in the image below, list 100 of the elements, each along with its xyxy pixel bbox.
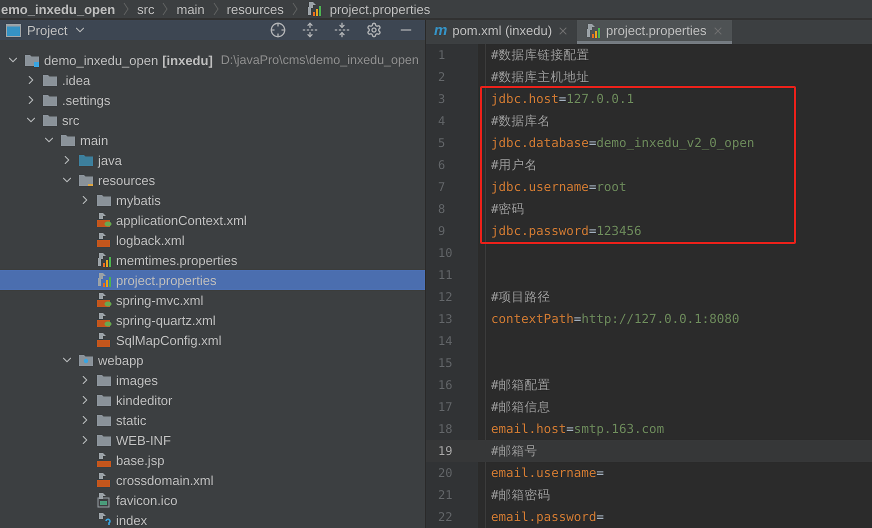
folder-icon bbox=[42, 73, 58, 87]
comment-text: #用户名 bbox=[491, 157, 538, 172]
equals-sign: = bbox=[596, 509, 604, 524]
tree-item-label: main bbox=[80, 132, 108, 148]
path-label: D:\javaPro\cms\demo_inxedu_open bbox=[220, 53, 419, 67]
tree-item-label: kindeditor bbox=[116, 392, 172, 408]
folder-icon bbox=[60, 133, 76, 147]
chevron-separator-icon bbox=[292, 2, 298, 16]
property-value: http://127.0.0.1:8080 bbox=[581, 311, 740, 326]
breadcrumb-item[interactable]: resources bbox=[226, 2, 284, 16]
comment-text: #邮箱密码 bbox=[491, 487, 551, 502]
property-key: jdbc.host bbox=[491, 91, 559, 106]
unknown-file-icon bbox=[96, 512, 112, 528]
equals-sign: = bbox=[558, 91, 566, 106]
tree-item[interactable]: src bbox=[0, 110, 425, 130]
xml-file-icon bbox=[96, 212, 112, 228]
tree-item[interactable]: webapp bbox=[0, 350, 425, 370]
tree-item-label: logback.xml bbox=[116, 232, 185, 248]
tree-item[interactable]: SqlMapConfig.xml bbox=[0, 330, 425, 350]
breadcrumb-item[interactable]: emo_inxedu_open bbox=[1, 2, 116, 16]
folder-icon bbox=[78, 353, 94, 367]
line-number: 19 bbox=[426, 440, 478, 462]
property-key: jdbc.password bbox=[491, 223, 589, 238]
tree-item[interactable]: .settings bbox=[0, 90, 425, 110]
tree-item-label: static bbox=[116, 412, 146, 428]
xml-file-icon bbox=[96, 232, 112, 248]
xml-file-icon bbox=[96, 332, 112, 348]
tree-item-label: memtimes.properties bbox=[116, 252, 238, 268]
tree-item[interactable]: .idea bbox=[0, 70, 425, 90]
chevron-separator-icon bbox=[123, 2, 130, 16]
property-value: 123456 bbox=[596, 223, 642, 238]
folder-icon bbox=[96, 413, 112, 427]
tree-item-label: demo_inxedu_open bbox=[44, 52, 158, 68]
tree-item-label: src bbox=[62, 112, 80, 128]
comment-text: #数据库名 bbox=[491, 113, 551, 128]
tree-item[interactable]: main bbox=[0, 130, 425, 150]
xml-file-icon bbox=[96, 312, 112, 328]
maven-glyph: m bbox=[434, 22, 448, 39]
property-key: email.host bbox=[491, 421, 566, 436]
properties-file-icon bbox=[585, 22, 602, 38]
chevron-separator-icon bbox=[212, 2, 219, 16]
equals-sign: = bbox=[588, 179, 596, 194]
tree-item[interactable]: applicationContext.xml bbox=[0, 210, 425, 230]
comment-text: #数据库链接配置 bbox=[491, 47, 590, 62]
property-value: root bbox=[596, 179, 626, 194]
tree-item-label: webapp bbox=[98, 352, 144, 368]
module-label: [inxedu] bbox=[162, 52, 213, 68]
equals-sign: = bbox=[588, 223, 596, 238]
property-value: 127.0.0.1 bbox=[566, 91, 634, 106]
chevron-separator-icon bbox=[162, 2, 168, 16]
tree-item[interactable]: crossdomain.xml bbox=[0, 470, 425, 490]
tree-item-label: spring-quartz.xml bbox=[116, 312, 216, 328]
tree-item[interactable]: kindeditor bbox=[0, 390, 425, 410]
tree-item[interactable]: logback.xml bbox=[0, 230, 425, 250]
tree-item-label: WEB-INF bbox=[116, 432, 171, 448]
comment-text: #邮箱号 bbox=[491, 443, 538, 458]
tree-item[interactable]: base.jsp bbox=[0, 450, 425, 470]
tree-item-label: favicon.ico bbox=[116, 492, 178, 508]
tree-item[interactable]: index bbox=[0, 510, 425, 528]
folder-icon bbox=[96, 193, 112, 207]
tree-item[interactable]: spring-mvc.xml bbox=[0, 290, 425, 310]
comment-text: #邮箱信息 bbox=[491, 399, 551, 414]
tree-item[interactable]: mybatis bbox=[0, 190, 425, 210]
property-key: contextPath bbox=[491, 311, 574, 326]
equals-sign: = bbox=[574, 311, 582, 326]
tree-item[interactable]: demo_inxedu_open [inxedu] D:\javaPro\cms\demo_inxedu_open bbox=[0, 50, 425, 70]
tree-item-label: crossdomain.xml bbox=[116, 472, 214, 488]
tree-item[interactable]: spring-quartz.xml bbox=[0, 310, 425, 330]
comment-text: #项目路径 bbox=[491, 289, 551, 304]
breadcrumb-item[interactable]: project.properties bbox=[330, 2, 430, 16]
editor-tab[interactable]: project.properties bbox=[577, 20, 732, 44]
tree-item-label: images bbox=[116, 372, 158, 388]
panel-title[interactable]: Project bbox=[27, 22, 68, 38]
tree-item-label: .settings bbox=[62, 92, 110, 108]
tree-item[interactable]: java bbox=[0, 150, 425, 170]
folder-icon bbox=[24, 53, 40, 67]
image-file-icon bbox=[96, 492, 112, 508]
tree-item-label: mybatis bbox=[116, 192, 161, 208]
tree-item[interactable]: favicon.ico bbox=[0, 490, 425, 510]
tree-item-label: index bbox=[116, 512, 148, 528]
property-key: email.password bbox=[491, 509, 596, 524]
tree-item-label: resources bbox=[98, 172, 156, 188]
breadcrumb-item[interactable]: main bbox=[176, 2, 205, 16]
properties-file-icon bbox=[96, 252, 112, 268]
tree-item-label: applicationContext.xml bbox=[116, 212, 247, 228]
tree-item[interactable]: static bbox=[0, 410, 425, 430]
tree-item-label: .idea bbox=[62, 72, 90, 88]
folder-icon bbox=[96, 393, 112, 407]
properties-file-icon bbox=[306, 1, 322, 17]
tree-item[interactable]: resources bbox=[0, 170, 425, 190]
window-icon bbox=[6, 24, 21, 36]
tree-item[interactable]: memtimes.properties bbox=[0, 250, 425, 270]
tree-item-label: base.jsp bbox=[116, 452, 164, 468]
tree-item[interactable]: WEB-INF bbox=[0, 430, 425, 450]
property-value: demo_inxedu_v2_0_open bbox=[596, 135, 754, 150]
tree-item[interactable]: images bbox=[0, 370, 425, 390]
tree-item-label: SqlMapConfig.xml bbox=[116, 332, 222, 348]
comment-text: #密码 bbox=[491, 201, 525, 216]
breadcrumb-item[interactable]: src bbox=[137, 2, 154, 16]
editor-tab[interactable]: m pom.xml (inxedu) bbox=[426, 20, 578, 44]
